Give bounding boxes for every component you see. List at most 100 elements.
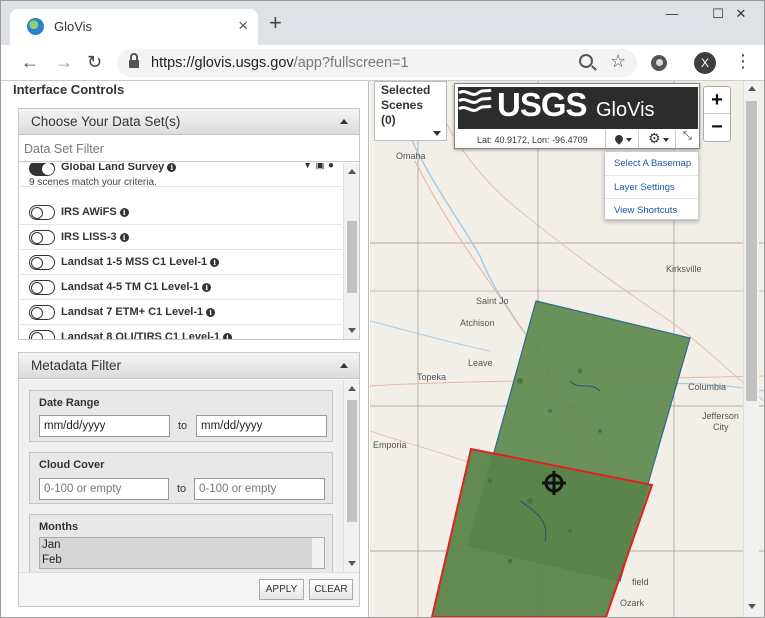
dataset-list: Global Land Survey i ▼ ▣ ● 9 scenes match y… [19, 163, 342, 339]
dataset-toggle[interactable] [29, 305, 55, 320]
clear-button[interactable]: CLEAR [309, 579, 353, 600]
zoom-out-button[interactable]: − [704, 114, 730, 141]
date-range-label: Date Range [39, 397, 100, 409]
filter-icon[interactable]: ▼ [303, 163, 313, 171]
city-label: City [713, 422, 729, 432]
back-arrow-icon[interactable]: ← [21, 51, 39, 73]
zoom-magnifier-icon[interactable] [579, 54, 593, 68]
lock-icon [129, 53, 139, 68]
globe-icon[interactable]: ● [328, 163, 334, 171]
map-view[interactable]: Omaha Kirksville Saint Jo Atchison Leave… [370, 81, 764, 617]
window-minimize-button[interactable]: — [649, 1, 695, 27]
date-from-input[interactable] [39, 415, 170, 437]
scroll-thumb[interactable] [347, 400, 357, 522]
collapse-icon[interactable]: ⤡ [683, 130, 692, 143]
glovis-logo-text: GloVis [596, 99, 655, 121]
new-tab-button[interactable]: + [269, 12, 282, 34]
dataset-row-landsat-etm[interactable]: Landsat 7 ETM+ C1 Level-1 i [19, 300, 342, 325]
dataset-row-landsat-oli[interactable]: Landsat 8 OLI/TIRS C1 Level-1 i [19, 325, 342, 339]
dataset-toggle[interactable] [29, 255, 55, 270]
browser-tab[interactable]: GloVis × [10, 9, 258, 45]
metadata-scrollbar[interactable] [343, 380, 359, 572]
dataset-toggle[interactable] [29, 330, 55, 339]
city-label: Saint Jo [476, 296, 509, 306]
info-icon[interactable]: i [202, 283, 212, 292]
scroll-thumb[interactable] [347, 221, 357, 293]
address-bar[interactable]: https://glovis.usgs.gov/app?fullscreen=1… [117, 49, 637, 77]
metadata-body: Date Range to Cloud Cover to Months [19, 380, 359, 572]
dataset-panel: Choose Your Data Set(s) Global Land Surv… [18, 108, 360, 340]
dataset-row-global-land-survey[interactable]: Global Land Survey i ▼ ▣ ● 9 scenes match y… [19, 163, 342, 188]
dataset-toggle[interactable] [29, 163, 55, 176]
tab-close-icon[interactable]: × [238, 16, 248, 36]
collapse-caret-icon[interactable] [340, 119, 348, 124]
months-group: Months Jan Feb [29, 514, 333, 572]
menu-item-layer-settings[interactable]: Layer Settings [614, 182, 675, 193]
menu-item-view-shortcuts[interactable]: View Shortcuts [614, 205, 677, 216]
profile-avatar[interactable]: X [694, 52, 716, 74]
month-option-jan[interactable]: Jan [40, 538, 324, 553]
bookmark-star-icon[interactable]: ☆ [610, 51, 626, 72]
collapse-caret-icon[interactable] [340, 363, 348, 368]
scroll-up-arrow-icon[interactable] [348, 386, 356, 391]
forward-arrow-icon[interactable]: → [55, 51, 73, 73]
scroll-thumb[interactable] [746, 101, 757, 401]
dataset-toggle[interactable] [29, 205, 55, 220]
dataset-panel-header[interactable]: Choose Your Data Set(s) [19, 109, 359, 135]
location-pin-icon[interactable] [613, 133, 625, 145]
info-icon[interactable]: i [210, 258, 220, 267]
reload-icon[interactable]: ↻ [87, 51, 102, 73]
months-scrollbar[interactable] [312, 538, 324, 568]
cloud-from-input[interactable] [39, 478, 169, 500]
cloud-to-input[interactable] [194, 478, 325, 500]
gear-icon[interactable]: ⚙ [648, 130, 661, 147]
dataset-toggle[interactable] [29, 230, 55, 245]
browser-menu-icon[interactable]: ⋮ [734, 51, 752, 72]
dataset-label: Landsat 8 OLI/TIRS C1 Level-1 [61, 331, 220, 339]
apply-button[interactable]: APPLY [259, 579, 304, 600]
dataset-row-landsat-mss[interactable]: Landsat 1-5 MSS C1 Level-1 i [19, 250, 342, 275]
city-label: Topeka [417, 372, 447, 382]
info-icon[interactable]: i [222, 333, 232, 339]
selected-scenes-box[interactable]: Selected Scenes (0) [374, 81, 447, 141]
metadata-panel-title: Metadata Filter [31, 358, 122, 373]
dataset-list-scrollbar[interactable] [343, 163, 359, 339]
info-icon[interactable]: i [167, 163, 177, 172]
dataset-toggle[interactable] [29, 280, 55, 295]
dataset-label: IRS LISS-3 [61, 231, 117, 243]
scroll-down-arrow-icon[interactable] [748, 604, 756, 609]
chevron-down-icon[interactable] [626, 138, 632, 142]
menu-item-select-basemap[interactable]: Select A Basemap [614, 158, 691, 169]
info-icon[interactable]: i [206, 308, 216, 317]
chevron-down-icon[interactable] [663, 138, 669, 142]
month-option-feb[interactable]: Feb [40, 553, 324, 568]
image-icon[interactable]: ▣ [316, 163, 325, 171]
tab-title: GloVis [54, 19, 93, 34]
chevron-down-icon[interactable] [433, 131, 441, 136]
date-range-group: Date Range to [29, 390, 333, 442]
url-text[interactable]: https://glovis.usgs.gov/app?fullscreen=1 [151, 55, 409, 71]
info-icon[interactable]: i [119, 208, 129, 217]
date-to-input[interactable] [196, 415, 327, 437]
extension-icon[interactable] [651, 55, 667, 71]
globe-favicon-icon [27, 18, 44, 35]
scroll-up-arrow-icon[interactable] [748, 86, 756, 91]
months-label: Months [39, 521, 79, 533]
dataset-label: IRS AWiFS [61, 206, 117, 218]
info-icon[interactable]: i [119, 233, 129, 242]
scroll-up-arrow-icon[interactable] [348, 169, 356, 174]
selected-scenes-label: Selected Scenes [381, 83, 431, 112]
zoom-in-button[interactable]: + [704, 87, 730, 114]
page-scrollbar[interactable] [743, 81, 759, 617]
dataset-row-landsat-tm[interactable]: Landsat 4-5 TM C1 Level-1 i [19, 275, 342, 300]
coordinate-readout: Lat: 40.9172, Lon: -96.4709 [477, 135, 588, 145]
scroll-down-arrow-icon[interactable] [348, 328, 356, 333]
window-close-button[interactable]: ✕ [718, 1, 764, 27]
dataset-row-irs-awifs[interactable]: IRS AWiFS i [19, 200, 342, 225]
city-label: Kirksville [666, 264, 702, 274]
scroll-down-arrow-icon[interactable] [348, 561, 356, 566]
dataset-filter-input[interactable] [19, 136, 359, 162]
metadata-panel-header[interactable]: Metadata Filter [19, 353, 359, 379]
months-select[interactable]: Jan Feb [39, 537, 325, 569]
dataset-row-irs-liss3[interactable]: IRS LISS-3 i [19, 225, 342, 250]
